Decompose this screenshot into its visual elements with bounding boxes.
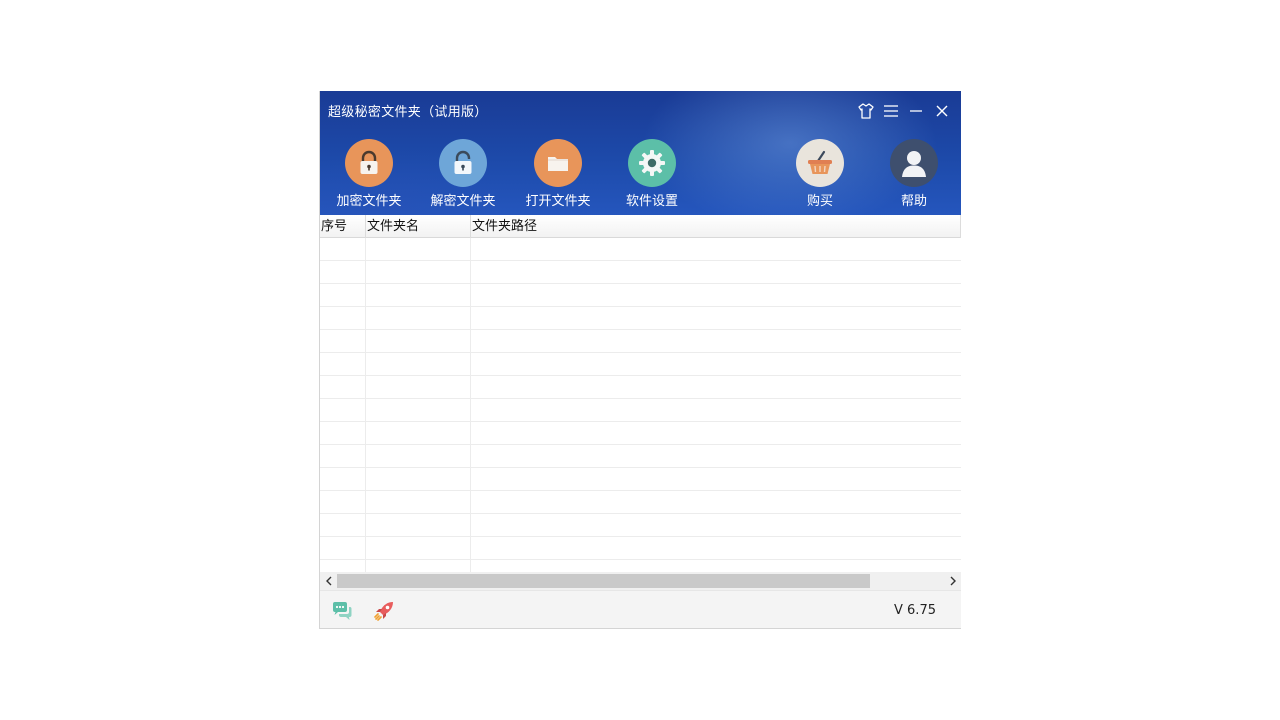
table-row[interactable] [320,376,961,399]
unlocked-padlock-icon [439,139,487,187]
table-row[interactable] [320,537,961,560]
scroll-left-arrow-icon[interactable] [320,572,337,590]
column-divider [470,238,471,572]
buy-button[interactable]: 购买 [775,139,865,209]
table-row[interactable] [320,468,961,491]
close-icon[interactable] [932,101,952,121]
chat-bubbles-icon[interactable] [330,599,354,623]
version-label: V 6.75 [894,603,936,618]
software-settings-label: 软件设置 [625,194,678,209]
basket-icon [796,139,844,187]
status-bar: V 6.75 [320,590,961,628]
folder-icon [534,139,582,187]
table-row[interactable] [320,399,961,422]
help-label: 帮助 [900,194,927,209]
help-button[interactable]: 帮助 [869,139,959,209]
locked-padlock-icon [345,139,393,187]
table-row[interactable] [320,491,961,514]
app-window: 超级秘密文件夹（试用版） 加密文件夹 解密文件夹 打开文件夹 软件设置 购买 帮… [319,91,961,629]
column-header-index[interactable]: 序号 [320,215,366,238]
table-row[interactable] [320,560,961,572]
table-row[interactable] [320,238,961,261]
skin-icon[interactable] [856,101,876,121]
decrypt-folder-button[interactable]: 解密文件夹 [418,139,508,209]
window-title: 超级秘密文件夹（试用版） [328,105,488,120]
table-row[interactable] [320,422,961,445]
minimize-icon[interactable] [906,101,926,121]
table-row[interactable] [320,514,961,537]
encrypt-folder-button[interactable]: 加密文件夹 [324,139,414,209]
column-header-folder-name[interactable]: 文件夹名 [366,215,471,238]
table-header: 序号 文件夹名 文件夹路径 [320,215,961,238]
column-header-folder-path[interactable]: 文件夹路径 [471,215,961,238]
folder-table[interactable]: 序号 文件夹名 文件夹路径 [320,215,961,572]
header-banner: 超级秘密文件夹（试用版） 加密文件夹 解密文件夹 打开文件夹 软件设置 购买 帮… [320,91,961,215]
encrypt-folder-label: 加密文件夹 [336,194,402,209]
scroll-thumb[interactable] [337,574,870,588]
rocket-icon[interactable] [372,599,396,623]
table-row[interactable] [320,445,961,468]
open-folder-button[interactable]: 打开文件夹 [513,139,603,209]
gear-icon [628,139,676,187]
user-avatar-icon [890,139,938,187]
software-settings-button[interactable]: 软件设置 [607,139,697,209]
table-row[interactable] [320,284,961,307]
table-row[interactable] [320,353,961,376]
menu-icon[interactable] [881,101,901,121]
table-row[interactable] [320,261,961,284]
decrypt-folder-label: 解密文件夹 [430,194,496,209]
horizontal-scrollbar[interactable] [320,572,961,590]
table-body [320,238,961,572]
buy-label: 购买 [806,194,833,209]
table-row[interactable] [320,307,961,330]
open-folder-label: 打开文件夹 [525,194,591,209]
table-row[interactable] [320,330,961,353]
column-divider [365,238,366,572]
scroll-right-arrow-icon[interactable] [944,572,961,590]
